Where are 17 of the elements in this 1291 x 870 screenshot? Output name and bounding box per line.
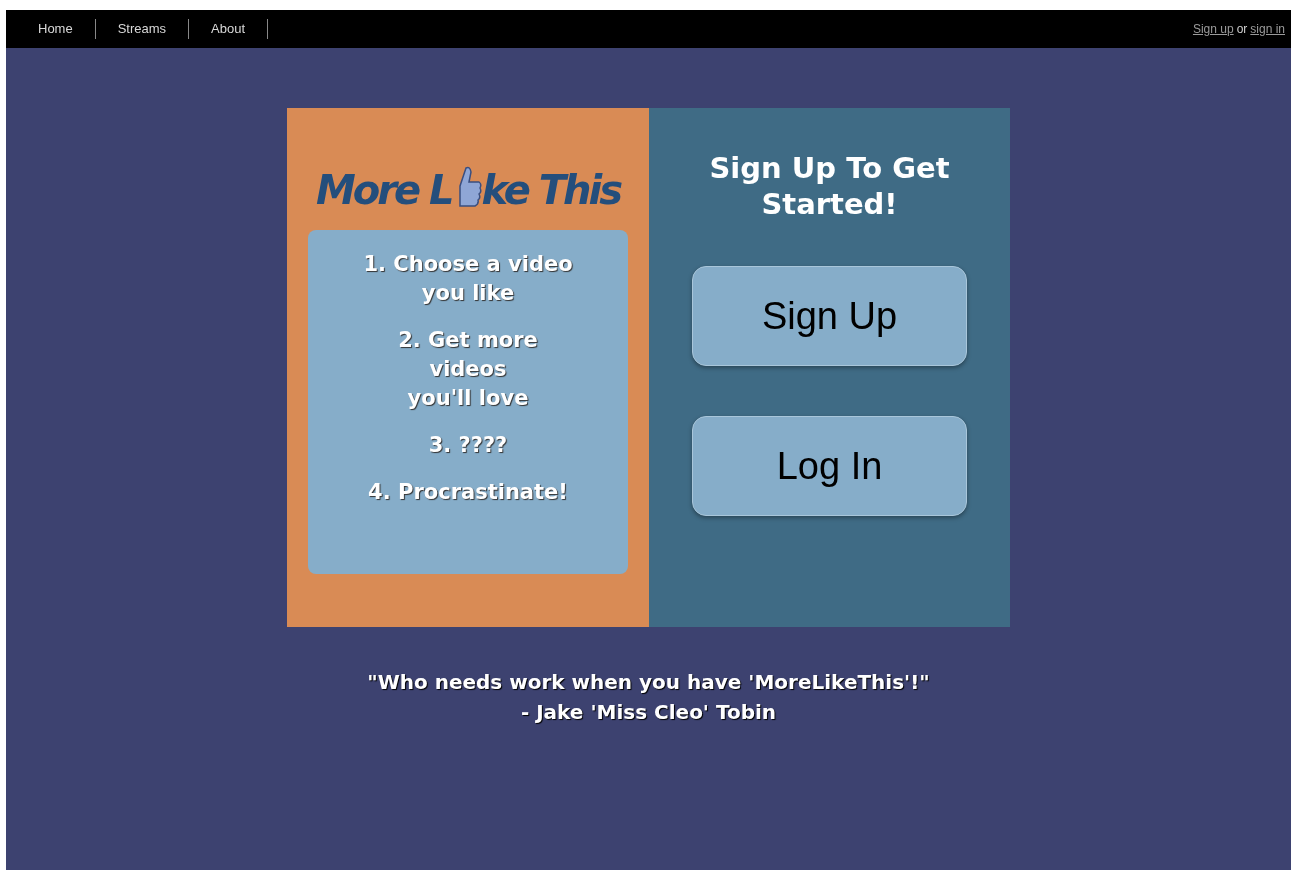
nav-link[interactable]: Streams [95, 19, 189, 39]
or-text: or [1236, 21, 1248, 38]
logo-text: ke This [481, 170, 621, 210]
logo-text: More L [315, 170, 452, 210]
step-text: 2. Get more videos you'll love [398, 327, 538, 412]
auth-button[interactable]: Sign Up [692, 266, 967, 366]
auth-button[interactable]: Log In [692, 416, 967, 516]
sign-up-link[interactable]: Sign up [1192, 20, 1234, 38]
step-text: 4. Procrastinate! [368, 479, 568, 506]
step-text: 3. ???? [428, 432, 508, 459]
quote-author: - Jake 'Miss Cleo' Tobin [520, 699, 777, 726]
step-text: 1. Choose a video you like [363, 251, 573, 307]
nav-link[interactable]: About [189, 19, 268, 39]
sign-in-link[interactable]: sign in [1250, 20, 1285, 38]
signup-heading: Sign Up To Get Started! [708, 150, 951, 222]
quote-text: "Who needs work when you have 'MoreLikeThis'!" [367, 669, 930, 696]
nav-link[interactable]: Home [38, 19, 95, 39]
